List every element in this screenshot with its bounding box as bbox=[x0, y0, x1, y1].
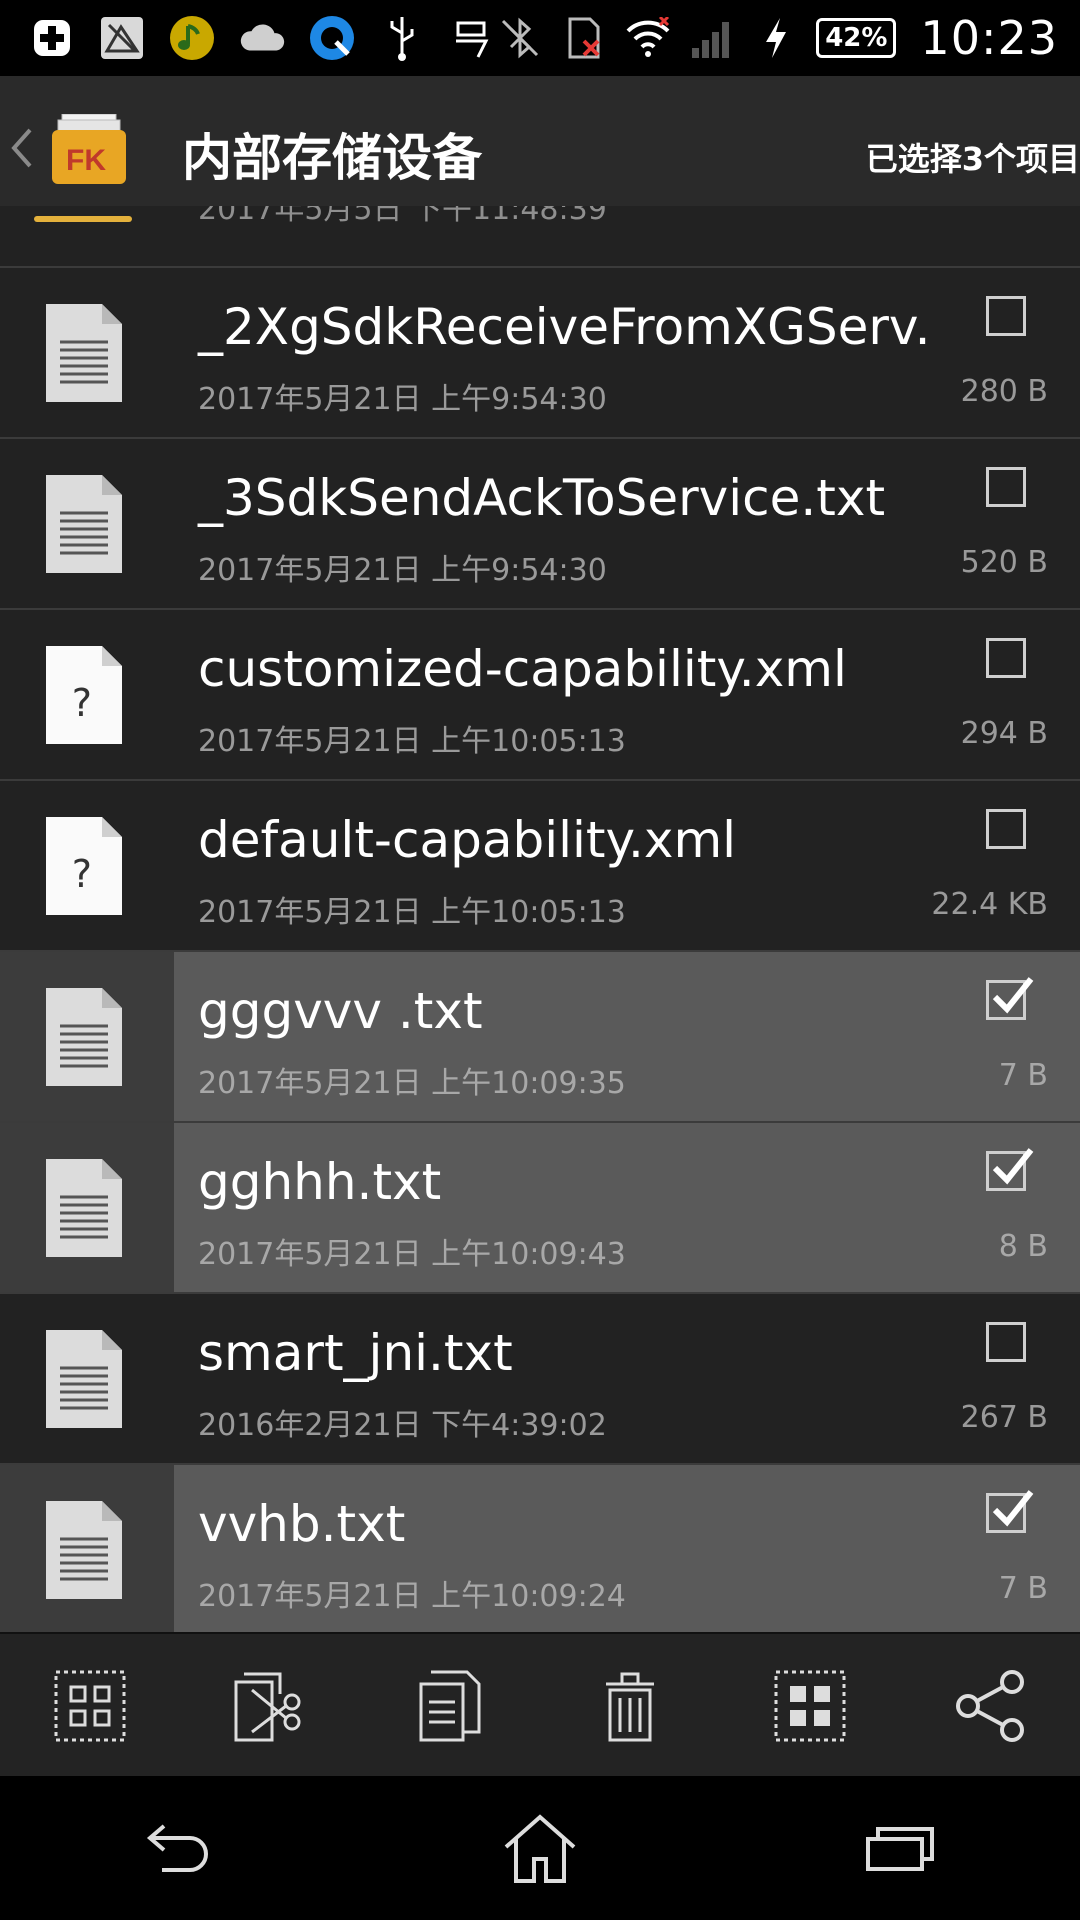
status-bar: 42% 10:23 bbox=[0, 0, 1080, 76]
file-list[interactable]: 2017年5月5日 下午11:48:39 _2XgSdkReceiveFromX… bbox=[0, 206, 1080, 1632]
usb-icon bbox=[378, 14, 426, 62]
text-file-icon bbox=[44, 1499, 124, 1601]
wifi-icon bbox=[624, 14, 672, 62]
status-bar-system: 42% 10:23 bbox=[496, 11, 1080, 65]
select-all-icon[interactable] bbox=[765, 1661, 855, 1751]
file-name: _2XgSdkReceiveFromXGServ. bbox=[198, 298, 931, 356]
unknown-file-icon: ? bbox=[44, 815, 124, 917]
ime-icon bbox=[448, 14, 496, 62]
file-size: 267 B bbox=[960, 1400, 1048, 1435]
text-file-icon bbox=[44, 986, 124, 1088]
file-date: 2017年5月21日 上午9:54:30 bbox=[198, 553, 607, 588]
notification-app-icon bbox=[98, 14, 146, 62]
app-logo-icon[interactable]: FK bbox=[52, 113, 126, 184]
text-file-icon bbox=[44, 473, 124, 575]
delete-icon[interactable] bbox=[585, 1661, 675, 1751]
recents-icon[interactable] bbox=[845, 1793, 955, 1903]
file-date: 2017年5月21日 上午10:09:24 bbox=[198, 1579, 626, 1614]
app-logo-text: FK bbox=[66, 144, 106, 177]
list-item[interactable]: ? default-capability.xml 2017年5月21日 上午10:0… bbox=[0, 781, 1080, 952]
file-date: 2017年5月5日 下午11:48:39 bbox=[198, 206, 607, 227]
svg-text:?: ? bbox=[70, 852, 93, 896]
list-item[interactable]: gggvvv .txt 2017年5月21日 上午10:09:35 7 B bbox=[0, 952, 1080, 1123]
music-app-icon bbox=[168, 14, 216, 62]
checkbox[interactable] bbox=[986, 809, 1026, 849]
list-item[interactable]: _2XgSdkReceiveFromXGServ. 2017年5月21日 上午9:… bbox=[0, 268, 1080, 439]
select-none-icon[interactable] bbox=[45, 1661, 135, 1751]
list-item[interactable]: vvhb.txt 2017年5月21日 上午10:09:24 7 B bbox=[0, 1465, 1080, 1632]
file-name: smart_jni.txt bbox=[198, 1324, 513, 1382]
navigation-bar bbox=[0, 1776, 1080, 1920]
text-file-icon bbox=[44, 302, 124, 404]
file-size: 280 B bbox=[960, 374, 1048, 409]
checkbox-checked[interactable] bbox=[986, 1490, 1034, 1533]
action-bar: FK 内部存储设备 已选择3个项目 bbox=[0, 76, 1080, 206]
back-icon[interactable] bbox=[125, 1793, 235, 1903]
checkbox[interactable] bbox=[986, 638, 1026, 678]
text-file-icon bbox=[44, 1157, 124, 1259]
file-name: gggvvv .txt bbox=[198, 982, 483, 1040]
checkbox[interactable] bbox=[986, 467, 1026, 507]
file-date: 2017年5月21日 上午10:05:13 bbox=[198, 724, 626, 759]
file-size: 22.4 KB bbox=[931, 887, 1048, 922]
unknown-file-icon: ? bbox=[44, 644, 124, 746]
clock: 10:23 bbox=[920, 11, 1058, 65]
q-browser-icon bbox=[308, 14, 356, 62]
file-size: 8 B bbox=[998, 1229, 1048, 1264]
file-name: vvhb.txt bbox=[198, 1495, 406, 1553]
bottom-toolbar bbox=[0, 1632, 1080, 1778]
checkbox[interactable] bbox=[986, 296, 1026, 336]
checkbox-checked[interactable] bbox=[986, 977, 1034, 1020]
file-date: 2017年5月21日 上午10:09:43 bbox=[198, 1237, 626, 1272]
status-bar-notifications bbox=[0, 14, 496, 62]
charging-icon bbox=[752, 14, 800, 62]
text-file-icon bbox=[44, 1328, 124, 1430]
checkbox[interactable] bbox=[986, 1322, 1026, 1362]
file-size: 7 B bbox=[998, 1058, 1048, 1093]
file-date: 2017年5月21日 上午10:05:13 bbox=[198, 895, 626, 930]
file-name: gghhh.txt bbox=[198, 1153, 442, 1211]
svg-text:?: ? bbox=[70, 681, 93, 725]
share-icon[interactable] bbox=[945, 1661, 1035, 1751]
signal-icon bbox=[688, 14, 736, 62]
list-item[interactable]: gghhh.txt 2017年5月21日 上午10:09:43 8 B bbox=[0, 1123, 1080, 1294]
file-date: 2016年2月21日 下午4:39:02 bbox=[198, 1408, 607, 1443]
home-icon[interactable] bbox=[485, 1793, 595, 1903]
file-size: 294 B bbox=[960, 716, 1048, 751]
plus-square-icon bbox=[28, 14, 76, 62]
cloud-icon bbox=[238, 14, 286, 62]
file-size: 7 B bbox=[998, 1571, 1048, 1606]
file-date: 2017年5月21日 上午9:54:30 bbox=[198, 382, 607, 417]
list-item-partial[interactable]: 2017年5月5日 下午11:48:39 bbox=[0, 206, 1080, 268]
file-name: _3SdkSendAckToService.txt bbox=[198, 469, 886, 527]
battery-indicator: 42% bbox=[816, 18, 897, 58]
file-date: 2017年5月21日 上午10:09:35 bbox=[198, 1066, 626, 1101]
checkbox-checked[interactable] bbox=[986, 1148, 1034, 1191]
list-item[interactable]: ? customized-capability.xml 2017年5月21日 上午1… bbox=[0, 610, 1080, 781]
chevron-left-icon[interactable] bbox=[10, 128, 34, 172]
file-size: 520 B bbox=[960, 545, 1048, 580]
cut-icon[interactable] bbox=[225, 1661, 315, 1751]
file-name: default-capability.xml bbox=[198, 811, 737, 869]
selection-count: 已选择3个项目 bbox=[865, 140, 1080, 178]
folder-icon-partial bbox=[34, 216, 132, 222]
list-item[interactable]: smart_jni.txt 2016年2月21日 下午4:39:02 267 B bbox=[0, 1294, 1080, 1465]
bluetooth-off-icon bbox=[496, 14, 544, 62]
copy-icon[interactable] bbox=[405, 1661, 495, 1751]
page-title: 内部存储设备 bbox=[182, 129, 482, 187]
sim-missing-icon bbox=[560, 14, 608, 62]
file-name: customized-capability.xml bbox=[198, 640, 847, 698]
list-item[interactable]: _3SdkSendAckToService.txt 2017年5月21日 上午9:… bbox=[0, 439, 1080, 610]
